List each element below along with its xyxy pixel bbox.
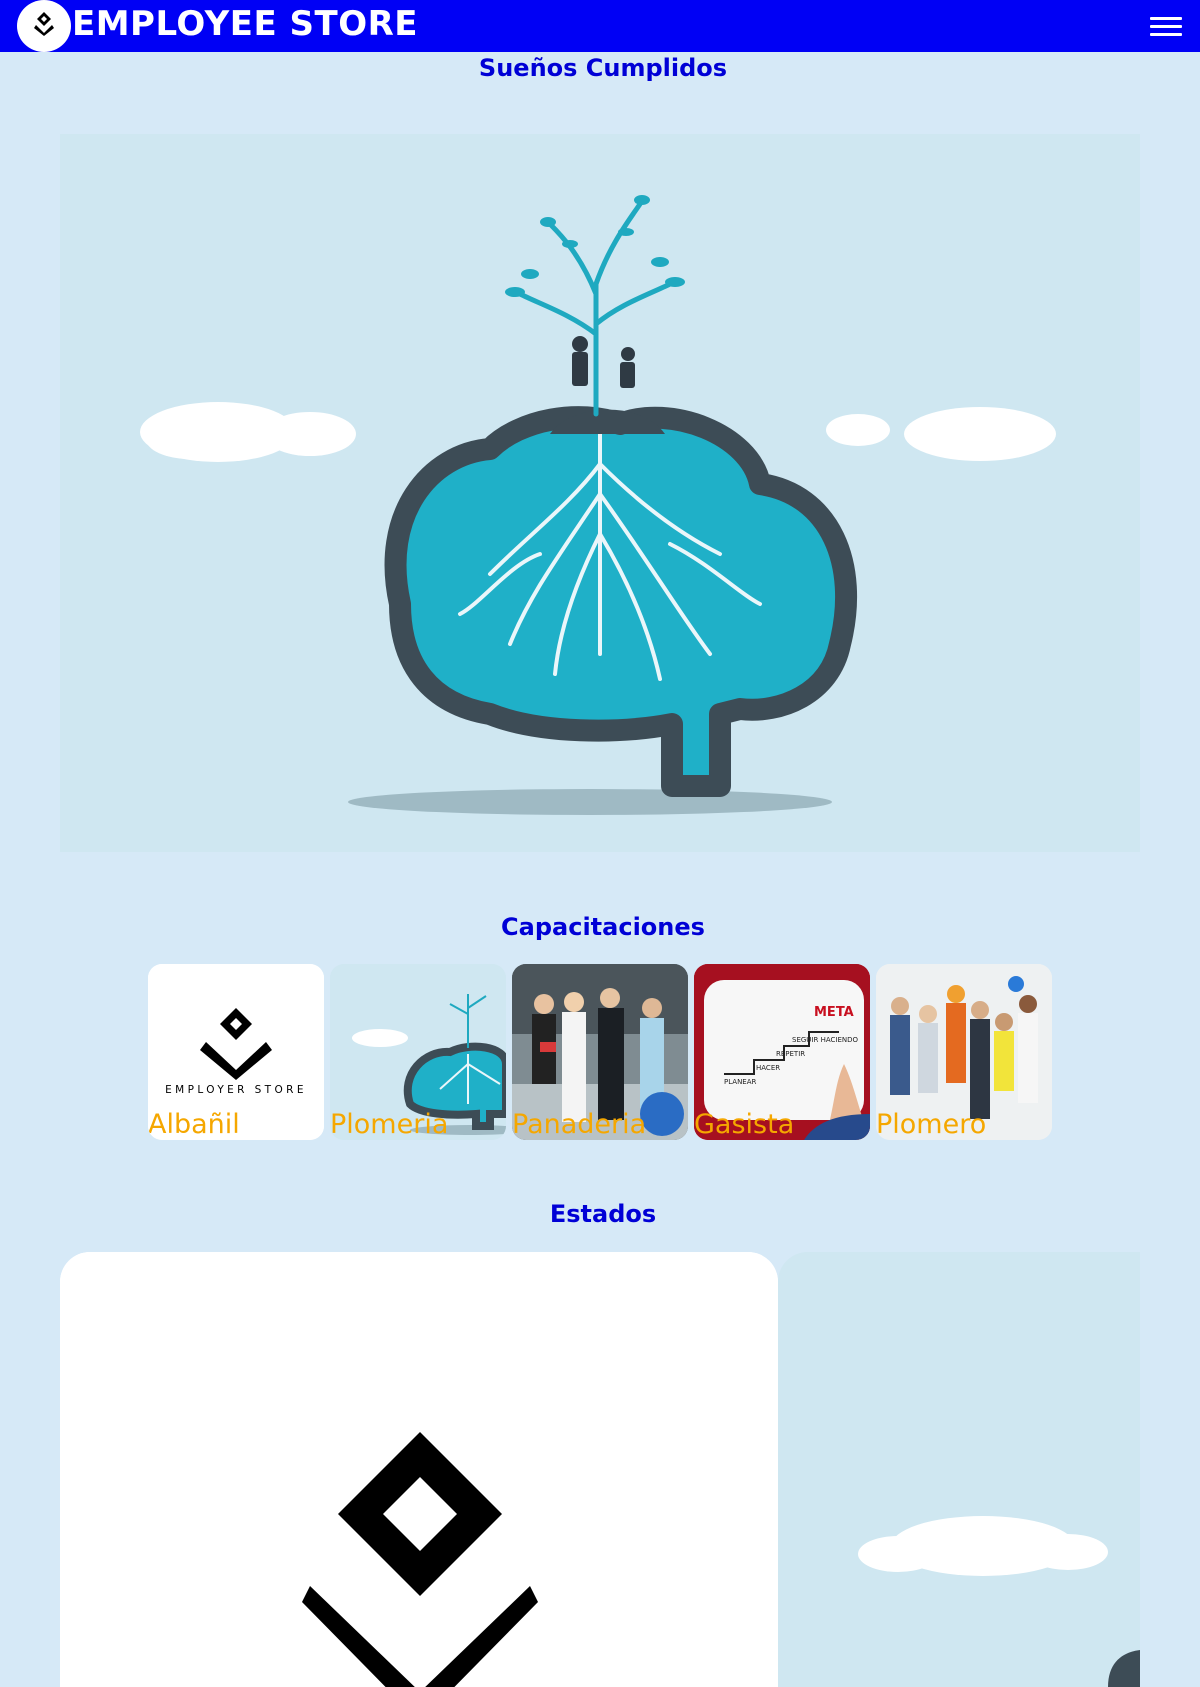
training-card-panaderia[interactable]: Panaderia [512, 964, 688, 1140]
svg-text:META: META [814, 1005, 854, 1020]
training-label-albanil: Albañil [148, 1108, 240, 1140]
training-card-albanil[interactable]: EMPLOYER STORE Albañil [148, 964, 324, 1140]
svg-text:SEGUIR HACIENDO: SEGUIR HACIENDO [792, 1036, 858, 1044]
dreams-section-title: Sueños Cumplidos [478, 54, 728, 82]
dreams-hero-image [60, 134, 1140, 852]
training-label-plomero: Plomero [876, 1108, 987, 1140]
svg-text:PLANEAR: PLANEAR [724, 1078, 757, 1086]
brain-tree-partial-image [778, 1252, 1140, 1687]
training-label-panaderia: Panaderia [512, 1108, 647, 1140]
trainings-carousel: EMPLOYER STORE Albañil Plomeria Panaderi… [148, 964, 1052, 1140]
training-card-plomeria[interactable]: Plomeria [330, 964, 506, 1140]
top-navigation-bar: EMPLOYEE STORE [0, 0, 1200, 52]
employee-store-logo-large [60, 1252, 778, 1687]
svg-text:REPETIR: REPETIR [776, 1050, 805, 1058]
brand-title[interactable]: EMPLOYEE STORE [72, 4, 418, 44]
svg-text:HACER: HACER [756, 1064, 780, 1072]
state-card-brain[interactable] [778, 1252, 1140, 1687]
training-card-gasista[interactable]: META PLANEAR HACER REPETIR SEGUIR HACIEN… [694, 964, 870, 1140]
states-section-title: Estados [549, 1200, 657, 1228]
employee-store-logo-icon[interactable] [17, 0, 71, 52]
employer-store-caption: EMPLOYER STORE [165, 1084, 307, 1096]
trainings-section-title: Capacitaciones [501, 913, 705, 941]
hamburger-menu-icon[interactable] [1150, 10, 1182, 42]
training-label-gasista: Gasista [694, 1108, 795, 1140]
state-card-logo[interactable] [60, 1252, 778, 1687]
training-card-plomero[interactable]: Plomero [876, 964, 1052, 1140]
training-label-plomeria: Plomeria [330, 1108, 449, 1140]
